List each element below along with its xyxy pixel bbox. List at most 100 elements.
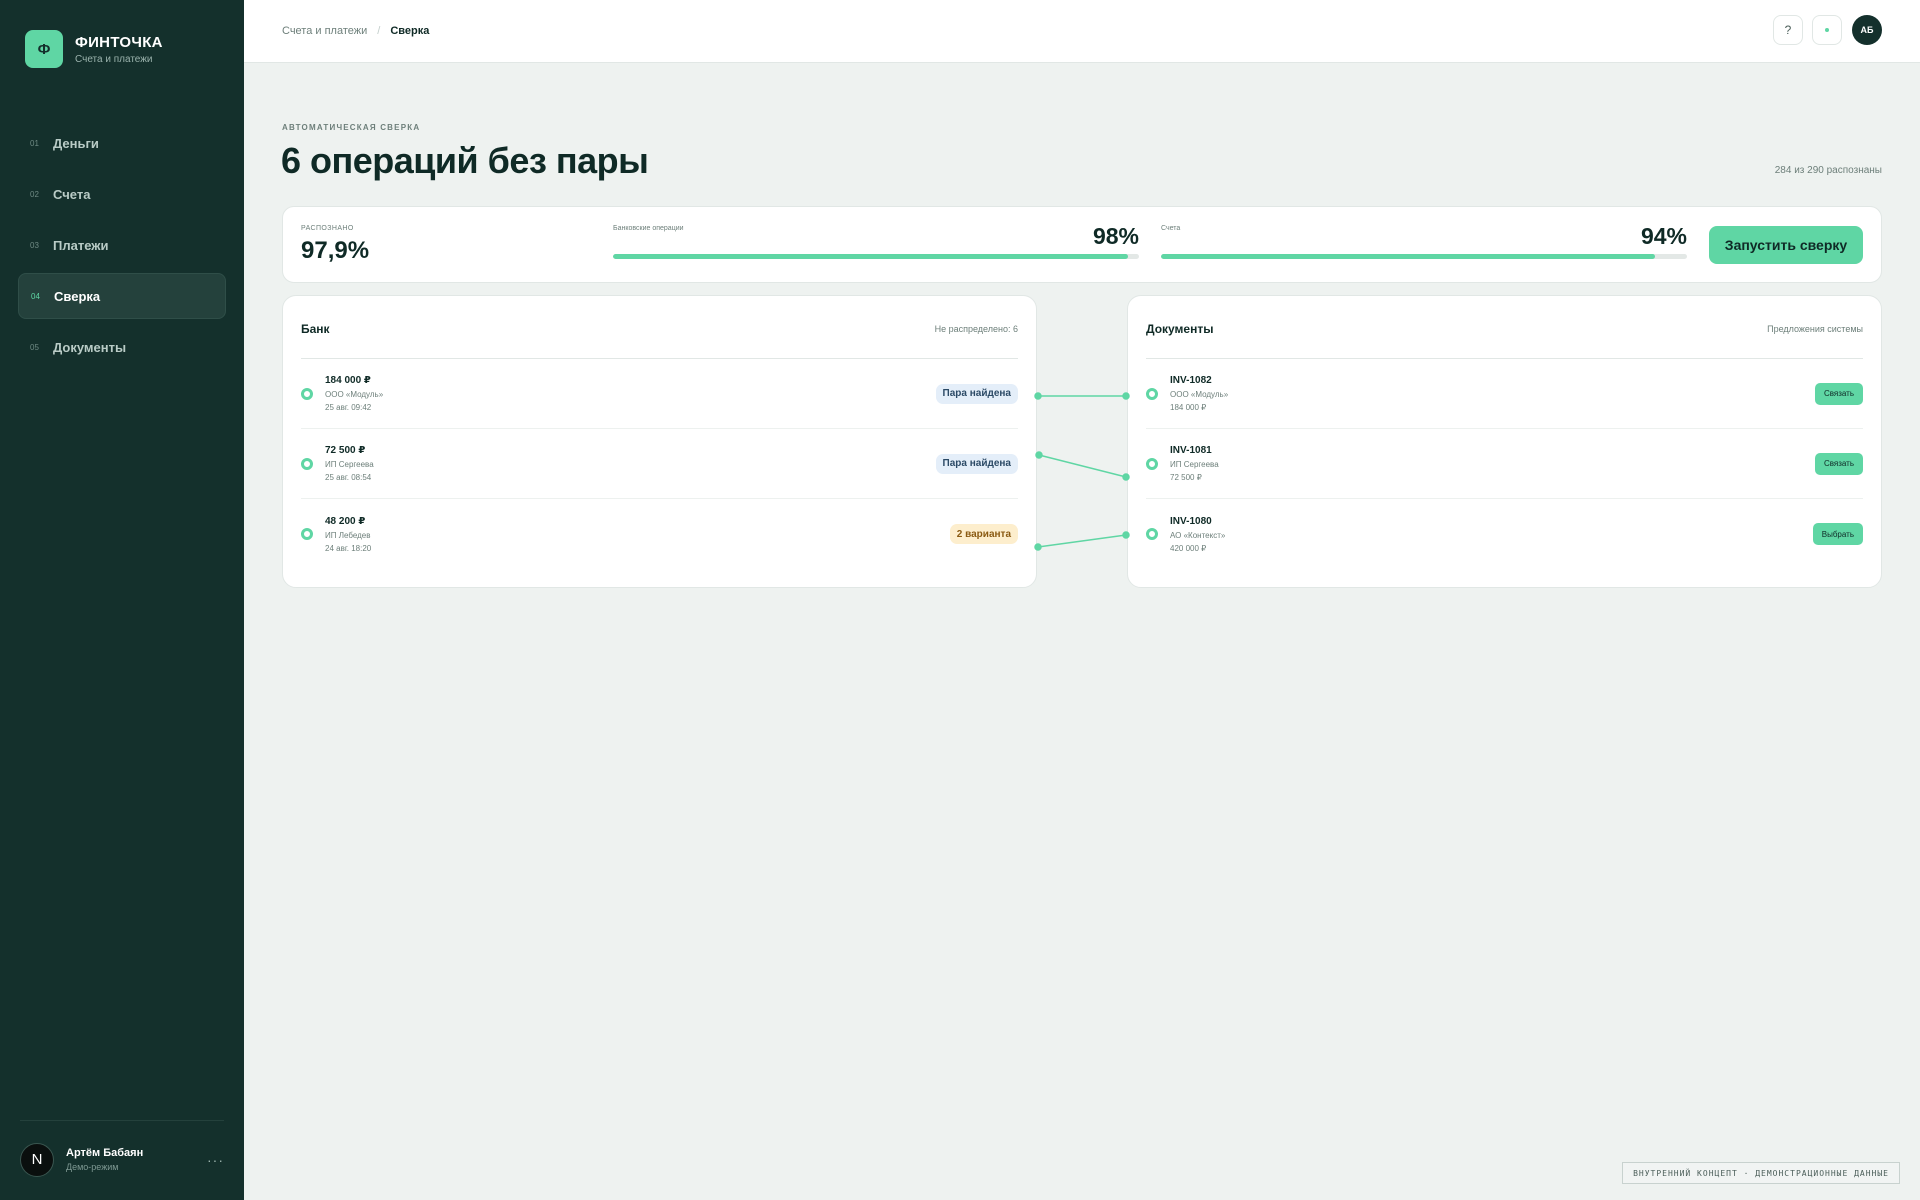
help-button[interactable]: ?: [1773, 15, 1803, 45]
status-badge: Пара найдена: [935, 453, 1018, 474]
nav-label: Документы: [53, 339, 127, 355]
progress-track: [1161, 254, 1687, 259]
nav-label: Платежи: [53, 237, 109, 253]
document-id: INV-1080: [1170, 515, 1212, 527]
avatar[interactable]: АБ: [1852, 15, 1882, 45]
sidebar-item-money[interactable]: 01 Деньги: [18, 120, 226, 166]
stat-value: 97,9%: [301, 237, 370, 264]
document-party: АО «Контекст»: [1170, 530, 1226, 540]
link-button[interactable]: Связать: [1814, 382, 1863, 405]
document-party: ИП Сергеева: [1170, 460, 1219, 469]
recognized-count: 284 из 290 распознаны: [1774, 165, 1882, 176]
sidebar-item-payments[interactable]: 03 Платежи: [18, 222, 226, 268]
status-ring-icon: [1146, 387, 1158, 400]
status-ring-icon: [1146, 528, 1158, 540]
document-row[interactable]: INV-1080 АО «Контекст» 420 000 ₽ Выбрать: [1146, 499, 1863, 569]
stats-card: РАСПОЗНАНО 97,9% Банковские операции 98%…: [282, 206, 1882, 283]
sidebar-item-invoices[interactable]: 02 Счета: [18, 171, 226, 217]
panel-meta: Не распределено: 6: [934, 324, 1018, 334]
notification-dot-icon: [1825, 28, 1829, 32]
document-row[interactable]: INV-1082 ООО «Модуль» 184 000 ₽ Связать: [1146, 359, 1863, 429]
progress-track: [613, 254, 1139, 259]
bank-amount: 48 200 ₽: [325, 515, 366, 527]
document-id: INV-1081: [1170, 445, 1212, 456]
panel-meta: Предложения системы: [1767, 324, 1863, 334]
sidebar-item-reconciliation[interactable]: 04 Сверка: [18, 273, 226, 319]
choose-button[interactable]: Выбрать: [1812, 523, 1863, 545]
page-title: 6 операций без пары: [281, 140, 649, 181]
breadcrumb-parent[interactable]: Счета и платежи: [282, 25, 367, 37]
breadcrumb-separator: /: [377, 25, 381, 37]
bank-panel: Банк Не распределено: 6 184 000 ₽ ООО «М…: [282, 295, 1037, 588]
brand-title: ФИНТОЧКА: [75, 33, 163, 51]
status-ring-icon: [1146, 457, 1158, 470]
status-ring-icon: [301, 387, 313, 400]
link-button[interactable]: Связать: [1814, 452, 1863, 475]
bank-party: ИП Лебедев: [325, 530, 371, 540]
run-reconciliation-button[interactable]: Запустить сверку: [1709, 226, 1863, 264]
nav-number: 05: [30, 342, 39, 352]
topbar: Счета и платежи / Сверка ? АБ: [244, 0, 1920, 63]
nav-label: Деньги: [53, 135, 99, 151]
status-badge: 2 варианта: [949, 524, 1018, 544]
match-line: [1038, 454, 1127, 478]
progress-label: Счета: [1161, 225, 1181, 232]
sidebar-nav: 01 Деньги 02 Счета 03 Платежи 04 Сверка …: [18, 120, 226, 375]
bank-party: ООО «Модуль»: [325, 390, 384, 399]
progress-fill: [1161, 254, 1656, 259]
top-actions: ? АБ: [1764, 15, 1882, 45]
document-amount: 420 000 ₽: [1170, 543, 1207, 553]
brand-subtitle: Счета и платежи: [75, 53, 153, 65]
progress-label: Банковские операции: [613, 225, 684, 232]
notifications-button[interactable]: [1812, 15, 1842, 45]
nav-label: Счета: [53, 186, 91, 202]
bank-date: 25 авг. 09:42: [325, 403, 372, 412]
document-id: INV-1082: [1170, 375, 1212, 386]
match-line: [1037, 534, 1127, 548]
question-icon: ?: [1784, 23, 1792, 37]
status-ring-icon: [301, 528, 313, 540]
document-amount: 72 500 ₽: [1170, 473, 1202, 482]
breadcrumb-current: Сверка: [390, 25, 430, 37]
nav-number: 02: [30, 189, 39, 199]
sidebar-item-documents[interactable]: 05 Документы: [18, 324, 226, 370]
nav-label: Сверка: [54, 288, 101, 304]
brand[interactable]: Ф ФИНТОЧКА Счета и платежи: [25, 30, 163, 68]
bank-amount: 72 500 ₽: [325, 445, 366, 456]
bank-row[interactable]: 184 000 ₽ ООО «Модуль» 25 авг. 09:42 Пар…: [301, 359, 1018, 429]
brand-logo: Ф: [25, 30, 63, 68]
panel-title: Банк: [301, 322, 330, 336]
document-amount: 184 000 ₽: [1170, 403, 1207, 412]
progress-value: 98%: [1092, 223, 1139, 249]
sidebar: Ф ФИНТОЧКА Счета и платежи 01 Деньги 02 …: [0, 0, 244, 1200]
document-party: ООО «Модуль»: [1170, 390, 1229, 399]
progress-fill: [613, 254, 1129, 259]
bank-amount: 184 000 ₽: [325, 375, 371, 386]
user-name: Артём Бабаян: [66, 1147, 144, 1159]
avatar[interactable]: N: [20, 1142, 54, 1177]
nav-number: 04: [31, 291, 40, 301]
status-ring-icon: [301, 457, 313, 470]
bank-row[interactable]: 48 200 ₽ ИП Лебедев 24 авг. 18:20 2 вари…: [301, 499, 1018, 569]
bank-party: ИП Сергеева: [325, 460, 374, 469]
user-card: N Артём Бабаян Демо-режим ···: [20, 1120, 224, 1186]
document-row[interactable]: INV-1081 ИП Сергеева 72 500 ₽ Связать: [1146, 429, 1863, 499]
footer-tag: ВНУТРЕННИЙ КОНЦЕПТ · ДЕМОНСТРАЦИОННЫЕ ДА…: [1622, 1162, 1900, 1184]
bank-progress: Банковские операции 98%: [613, 223, 1139, 259]
user-mode: Демо-режим: [66, 1162, 119, 1172]
status-badge: Пара найдена: [935, 383, 1018, 404]
bank-row[interactable]: 72 500 ₽ ИП Сергеева 25 авг. 08:54 Пара …: [301, 429, 1018, 499]
progress-value: 94%: [1640, 223, 1687, 249]
panel-title: Документы: [1146, 322, 1214, 336]
nav-number: 01: [30, 138, 39, 148]
invoices-progress: Счета 94%: [1161, 223, 1687, 259]
bank-date: 24 авг. 18:20: [325, 543, 372, 553]
page-eyebrow: АВТОМАТИЧЕСКАЯ СВЕРКА: [282, 123, 421, 132]
stat-label: РАСПОЗНАНО: [301, 225, 354, 232]
bank-date: 25 авг. 08:54: [325, 473, 372, 482]
nav-number: 03: [30, 240, 39, 250]
documents-panel: Документы Предложения системы INV-1082 О…: [1127, 295, 1882, 588]
stat-recognized: РАСПОЗНАНО 97,9%: [301, 225, 369, 265]
more-icon[interactable]: ···: [207, 1152, 224, 1168]
breadcrumb: Счета и платежи / Сверка: [282, 25, 429, 37]
